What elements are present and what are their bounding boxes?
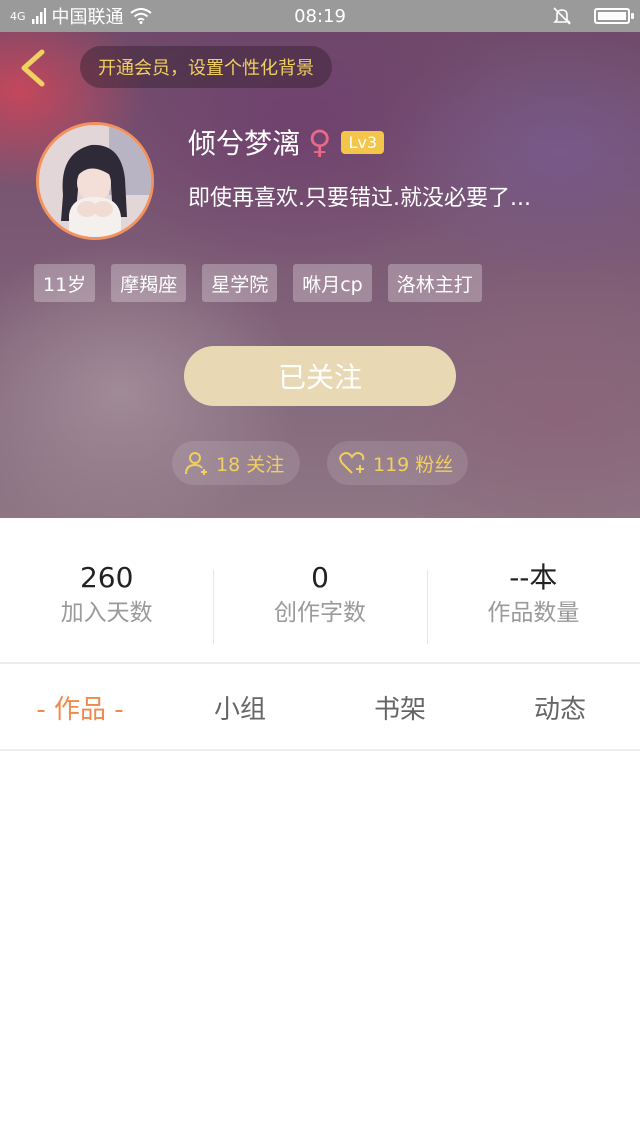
vip-banner-label: 开通会员，设置个性化背景 xyxy=(98,58,314,79)
vip-banner[interactable]: 开通会员，设置个性化背景 xyxy=(80,46,332,88)
tag-item: 洛林主打 xyxy=(387,264,482,302)
fans-count: 119 粉丝 xyxy=(373,453,454,476)
follow-button[interactable]: 已关注 xyxy=(184,346,456,406)
back-button[interactable] xyxy=(14,46,54,90)
heart-plus-icon xyxy=(339,452,365,474)
following-count: 18 关注 xyxy=(216,453,285,476)
avatar[interactable] xyxy=(36,122,154,240)
stat-value: --本 xyxy=(509,561,558,594)
tag-item: 咻月cp xyxy=(293,264,372,302)
status-bar: 4G 中国联通 08:19 xyxy=(0,0,640,32)
tab-activity[interactable]: 动态 xyxy=(480,664,640,750)
stat-value: 260 xyxy=(79,561,134,594)
tab-groups[interactable]: 小组 xyxy=(160,664,320,750)
stat-value: 0 xyxy=(311,561,329,594)
profile-tabs: - 作品 - 小组 书架 动态 xyxy=(0,664,640,750)
bell-off-icon xyxy=(553,7,571,25)
tab-works[interactable]: - 作品 - xyxy=(0,664,160,750)
profile-name-row: 倾兮梦漓 ♀ Lv3 xyxy=(188,122,385,162)
profile-bio: 即使再喜欢.只要错过.就没必要了... xyxy=(188,186,531,211)
stat-join-days: 260 加入天数 xyxy=(0,560,213,646)
tag-item: 11岁 xyxy=(34,264,96,302)
status-right xyxy=(552,6,634,26)
stat-word-count: 0 创作字数 xyxy=(213,560,426,646)
profile-header: 开通会员，设置个性化背景 倾兮梦漓 ♀ Lv3 即使再喜欢.只要错过.就没必要了… xyxy=(0,32,640,518)
gender-female-icon: ♀ xyxy=(308,123,332,161)
fans-button[interactable]: 119 粉丝 xyxy=(327,441,468,485)
carrier-name: 中国联通 xyxy=(51,7,124,28)
tag-item: 摩羯座 xyxy=(111,264,187,302)
avatar-illustration xyxy=(39,125,151,237)
battery-icon xyxy=(594,8,634,24)
tab-content-area xyxy=(0,751,640,1138)
status-left: 4G 中国联通 xyxy=(10,3,152,29)
level-badge: Lv3 xyxy=(341,130,385,154)
network-type: 4G xyxy=(10,9,26,23)
stat-label: 作品数量 xyxy=(487,600,580,626)
wifi-icon xyxy=(129,8,152,24)
username: 倾兮梦漓 xyxy=(188,127,301,160)
stat-label: 创作字数 xyxy=(273,600,366,626)
signal-icon xyxy=(31,8,46,24)
stat-label: 加入天数 xyxy=(60,600,153,626)
add-user-icon xyxy=(185,452,207,475)
following-button[interactable]: 18 关注 xyxy=(172,441,300,485)
stat-works-count: --本 作品数量 xyxy=(426,560,640,646)
back-icon xyxy=(21,49,45,87)
profile-tags: 11岁 摩羯座 星学院 咻月cp 洛林主打 xyxy=(34,264,482,302)
profile-stats: 260 加入天数 0 创作字数 --本 作品数量 xyxy=(0,560,640,646)
tab-bookshelf[interactable]: 书架 xyxy=(320,664,480,750)
tag-item: 星学院 xyxy=(202,264,278,302)
